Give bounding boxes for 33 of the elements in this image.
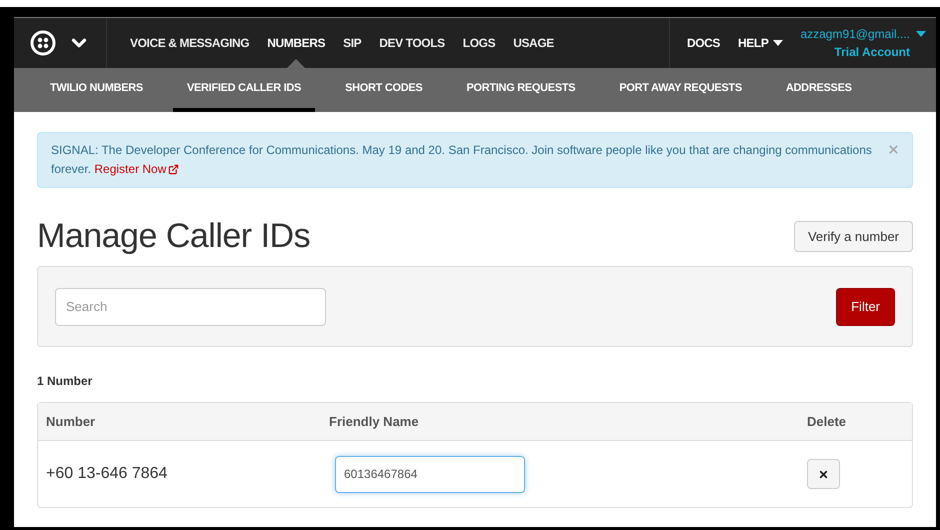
column-header: Friendly Name xyxy=(329,412,420,431)
sub-nav-tab[interactable]: PORTING REQUESTS xyxy=(452,68,590,112)
search-field[interactable]: Search xyxy=(55,288,326,326)
account-email: azzagm91@gmail.... xyxy=(800,26,910,43)
close-icon xyxy=(818,468,829,480)
sub-nav-tab[interactable]: VERIFIED CALLER IDS xyxy=(172,68,316,112)
nav-link[interactable]: LOGS xyxy=(454,18,504,68)
register-link[interactable]: Register Now xyxy=(94,160,180,179)
friendly-name-field[interactable]: 60136467864 xyxy=(335,456,525,492)
sub-nav-tab[interactable]: ADDRESSES xyxy=(772,68,866,112)
nav-link[interactable]: USAGE xyxy=(504,18,563,68)
sub-nav-tab[interactable]: TWILIO NUMBERS xyxy=(36,68,157,112)
result-count: 1 Number xyxy=(37,373,94,390)
verify-number-button[interactable]: Verify a number xyxy=(794,221,913,252)
nav-link[interactable]: VOICE & MESSAGING xyxy=(121,18,258,68)
nav-link[interactable]: SIP xyxy=(334,18,370,68)
account-menu[interactable]: azzagm91@gmail.... Trial Account xyxy=(792,18,936,68)
nav-link[interactable]: DOCS xyxy=(678,18,730,68)
table-cell-text: +60 13-646 7864 xyxy=(45,464,168,484)
filter-button[interactable]: Filter xyxy=(836,288,895,326)
column-header: Delete xyxy=(807,412,848,431)
sub-nav-tab[interactable]: SHORT CODES xyxy=(331,68,436,112)
column-header: Number xyxy=(45,412,96,431)
logo-icon[interactable] xyxy=(30,30,56,56)
delete-button[interactable] xyxy=(807,459,840,489)
sub-nav-tab[interactable]: PORT AWAY REQUESTS xyxy=(605,68,756,112)
page-title: Manage Caller IDs xyxy=(37,216,310,256)
nav-link[interactable]: HELP xyxy=(729,18,792,68)
caret-icon xyxy=(916,31,926,37)
alert-text: SIGNAL: The Developer Conference for Communications. May 19 and 20. San Francisco. Join software people like you that are changing communications forever. Register Now xyxy=(51,143,872,176)
nav-link[interactable]: DEV TOOLS xyxy=(370,18,454,68)
external-link-icon xyxy=(168,164,180,175)
account-plan: Trial Account xyxy=(834,44,911,61)
